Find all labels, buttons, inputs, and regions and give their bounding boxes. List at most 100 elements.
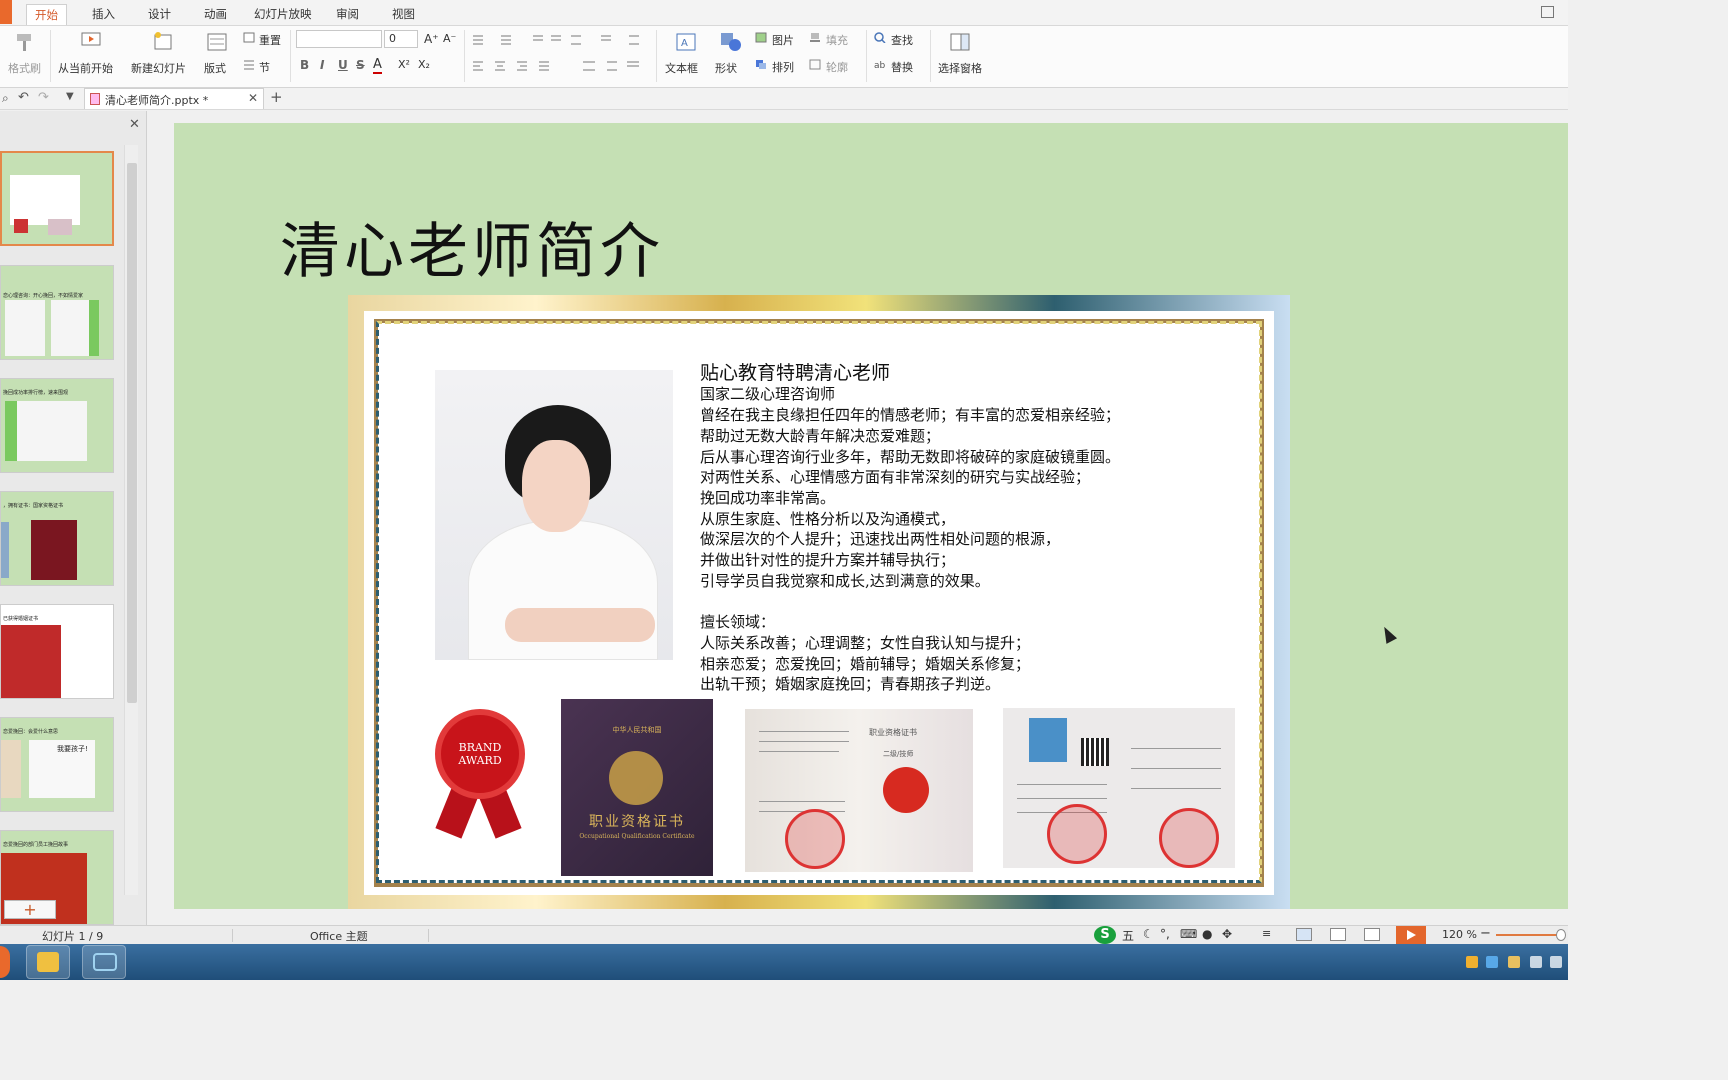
tray-icon[interactable] bbox=[1508, 956, 1520, 968]
slide-thumbnail-6[interactable]: 恋爱挽回：会爱什么意思 我要孩子! bbox=[0, 717, 114, 812]
ime-user-icon[interactable]: ● bbox=[1202, 927, 1212, 941]
certificate-image[interactable]: 贴心教育特聘清心老师 国家二级心理咨询师 曾经在我主良缘担任四年的情感老师；有丰… bbox=[348, 295, 1290, 909]
strikethrough-button[interactable]: S bbox=[356, 58, 365, 72]
new-slide-button[interactable]: 新建幻灯片 bbox=[131, 60, 186, 76]
red-seal-icon bbox=[785, 809, 845, 869]
format-painter-button[interactable]: 格式刷 bbox=[8, 60, 41, 76]
start-button[interactable] bbox=[0, 946, 10, 978]
play-icon bbox=[1407, 930, 1416, 940]
slide-thumbnail-2[interactable]: 恋心理咨询：开心挽回，不如情爱家 bbox=[0, 265, 114, 360]
intro-line: 对两性关系、心理情感方面有非常深刻的研究与实战经验； bbox=[700, 468, 1091, 486]
qualification-certificate-cover: 中华人民共和国 职业资格证书 Occupational Qualificatio… bbox=[561, 699, 713, 876]
fill-button[interactable]: 填充 bbox=[826, 32, 848, 48]
selection-pane-button[interactable]: 选择窗格 bbox=[938, 60, 982, 76]
tab-view[interactable]: 视图 bbox=[384, 4, 423, 25]
close-panel-icon[interactable]: ✕ bbox=[129, 117, 140, 132]
replace-button[interactable]: 替换 bbox=[891, 59, 913, 75]
redo-icon[interactable]: ↷ bbox=[38, 90, 49, 105]
fill-icon bbox=[810, 33, 820, 42]
play-slideshow-button[interactable] bbox=[1396, 926, 1426, 945]
taskbar-app-explorer[interactable] bbox=[26, 945, 70, 979]
tab-home[interactable]: 开始 bbox=[26, 4, 67, 25]
ime-moon-icon[interactable]: ☾ bbox=[1143, 927, 1154, 941]
thumbnail-scrollbar[interactable] bbox=[124, 145, 138, 895]
find-button[interactable]: 查找 bbox=[891, 32, 913, 48]
qr-code-icon bbox=[1081, 738, 1109, 766]
slide-title[interactable]: 清心老师简介 bbox=[280, 203, 664, 290]
network-icon[interactable] bbox=[1530, 956, 1542, 968]
tray-icon[interactable] bbox=[1466, 956, 1478, 968]
slide-editing-canvas: 清心老师简介 贴心教育特聘清心老师 国家二级心理咨询师 曾经在我主良缘担任四年的… bbox=[148, 111, 1568, 925]
alignment-tools-icon[interactable] bbox=[471, 60, 651, 72]
reading-view-icon[interactable] bbox=[1364, 928, 1380, 941]
zoom-out-icon[interactable]: − bbox=[1480, 926, 1491, 941]
subscript-icon[interactable]: X₂ bbox=[418, 58, 430, 71]
tab-insert[interactable]: 插入 bbox=[84, 4, 123, 25]
font-family-select[interactable] bbox=[296, 30, 382, 48]
restore-window-icon[interactable] bbox=[1541, 6, 1554, 18]
tray-icon[interactable] bbox=[1486, 956, 1498, 968]
zoom-slider[interactable] bbox=[1496, 934, 1562, 936]
intro-heading: 贴心教育特聘清心老师 bbox=[700, 362, 891, 384]
replace-icon: ab bbox=[874, 61, 886, 70]
reset-button[interactable]: 重置 bbox=[259, 32, 281, 48]
picture-icon bbox=[755, 32, 767, 43]
tab-design[interactable]: 设计 bbox=[140, 4, 179, 25]
slide-thumbnail-5[interactable]: 已获得婚姻证书 bbox=[0, 604, 114, 699]
new-tab-icon[interactable]: + bbox=[270, 88, 283, 106]
book-english: Occupational Qualification Certificate bbox=[579, 833, 695, 840]
font-color-icon[interactable]: A bbox=[373, 57, 382, 74]
scrollbar-thumb[interactable] bbox=[127, 163, 137, 703]
add-slide-button[interactable]: + bbox=[4, 900, 56, 919]
superscript-icon[interactable]: X² bbox=[398, 58, 410, 71]
normal-view-icon[interactable] bbox=[1296, 928, 1312, 941]
award-text-line2: AWARD bbox=[458, 754, 502, 767]
zoom-level[interactable]: 120 % bbox=[1442, 928, 1477, 941]
undo-icon[interactable]: ↶ bbox=[18, 90, 29, 105]
ime-logo-icon[interactable]: S bbox=[1094, 926, 1116, 944]
slide-thumbnail-1[interactable] bbox=[0, 151, 114, 246]
from-current-button[interactable]: 从当前开始 bbox=[58, 60, 113, 76]
arrange-button[interactable]: 排列 bbox=[772, 59, 794, 75]
section-button[interactable]: 节 bbox=[259, 59, 270, 75]
document-tab[interactable]: 清心老师简介.pptx * ✕ bbox=[84, 88, 264, 109]
app-menu-button[interactable] bbox=[0, 0, 12, 24]
textbox-button[interactable]: 文本框 bbox=[665, 60, 698, 76]
customize-dropdown-icon[interactable]: ▼ bbox=[66, 91, 74, 102]
picture-button[interactable]: 图片 bbox=[772, 32, 794, 48]
notes-view-icon[interactable]: ≡ bbox=[1262, 927, 1278, 940]
shrink-font-icon[interactable]: A⁻ bbox=[443, 32, 456, 45]
shape-button[interactable]: 形状 bbox=[715, 60, 737, 76]
tab-slideshow[interactable]: 幻灯片放映 bbox=[246, 4, 320, 25]
zoom-slider-handle[interactable] bbox=[1556, 929, 1566, 941]
slide-thumbnail-4[interactable]: ，拥有证书：国家资格证书 bbox=[0, 491, 114, 586]
thumb-caption: 挽回成功率排行榜，速来围观 bbox=[3, 390, 69, 396]
layout-button[interactable]: 版式 bbox=[204, 60, 226, 76]
slide-thumbnail-3[interactable]: 挽回成功率排行榜，速来围观 bbox=[0, 378, 114, 473]
section-icon bbox=[244, 60, 254, 70]
slide-1[interactable]: 清心老师简介 贴心教育特聘清心老师 国家二级心理咨询师 曾经在我主良缘担任四年的… bbox=[174, 123, 1568, 909]
ime-tools-icon[interactable]: ✥ bbox=[1222, 927, 1232, 941]
close-tab-icon[interactable]: ✕ bbox=[248, 91, 258, 105]
ime-keyboard-icon[interactable]: ⌨ bbox=[1180, 927, 1197, 941]
tab-animation[interactable]: 动画 bbox=[196, 4, 235, 25]
tab-review[interactable]: 审阅 bbox=[328, 4, 367, 25]
slide-sorter-view-icon[interactable] bbox=[1330, 928, 1346, 941]
paragraph-tools-icon[interactable] bbox=[471, 34, 651, 46]
menu-bar: 开始 插入 设计 动画 幻灯片放映 审阅 视图 bbox=[0, 0, 1568, 26]
ime-mode-indicator[interactable]: 五 bbox=[1122, 927, 1134, 944]
slide-counter: 幻灯片 1 / 9 bbox=[42, 930, 104, 943]
ime-punct-icon[interactable]: °, bbox=[1160, 927, 1170, 941]
outline-button[interactable]: 轮廓 bbox=[826, 59, 848, 75]
grow-font-icon[interactable]: A⁺ bbox=[424, 32, 439, 46]
font-size-select[interactable]: 0 bbox=[384, 30, 418, 48]
taskbar-app-video[interactable] bbox=[82, 945, 126, 979]
italic-button[interactable]: I bbox=[320, 58, 324, 72]
volume-icon[interactable] bbox=[1550, 956, 1562, 968]
skills-title: 擅长领域： bbox=[700, 613, 776, 631]
print-preview-icon[interactable]: ⌕ bbox=[2, 91, 9, 106]
reset-icon bbox=[243, 32, 255, 43]
bold-button[interactable]: B bbox=[300, 58, 309, 72]
certificate-inner-page: 职业资格证书 二级/技师 bbox=[745, 709, 973, 872]
underline-button[interactable]: U bbox=[338, 58, 348, 72]
